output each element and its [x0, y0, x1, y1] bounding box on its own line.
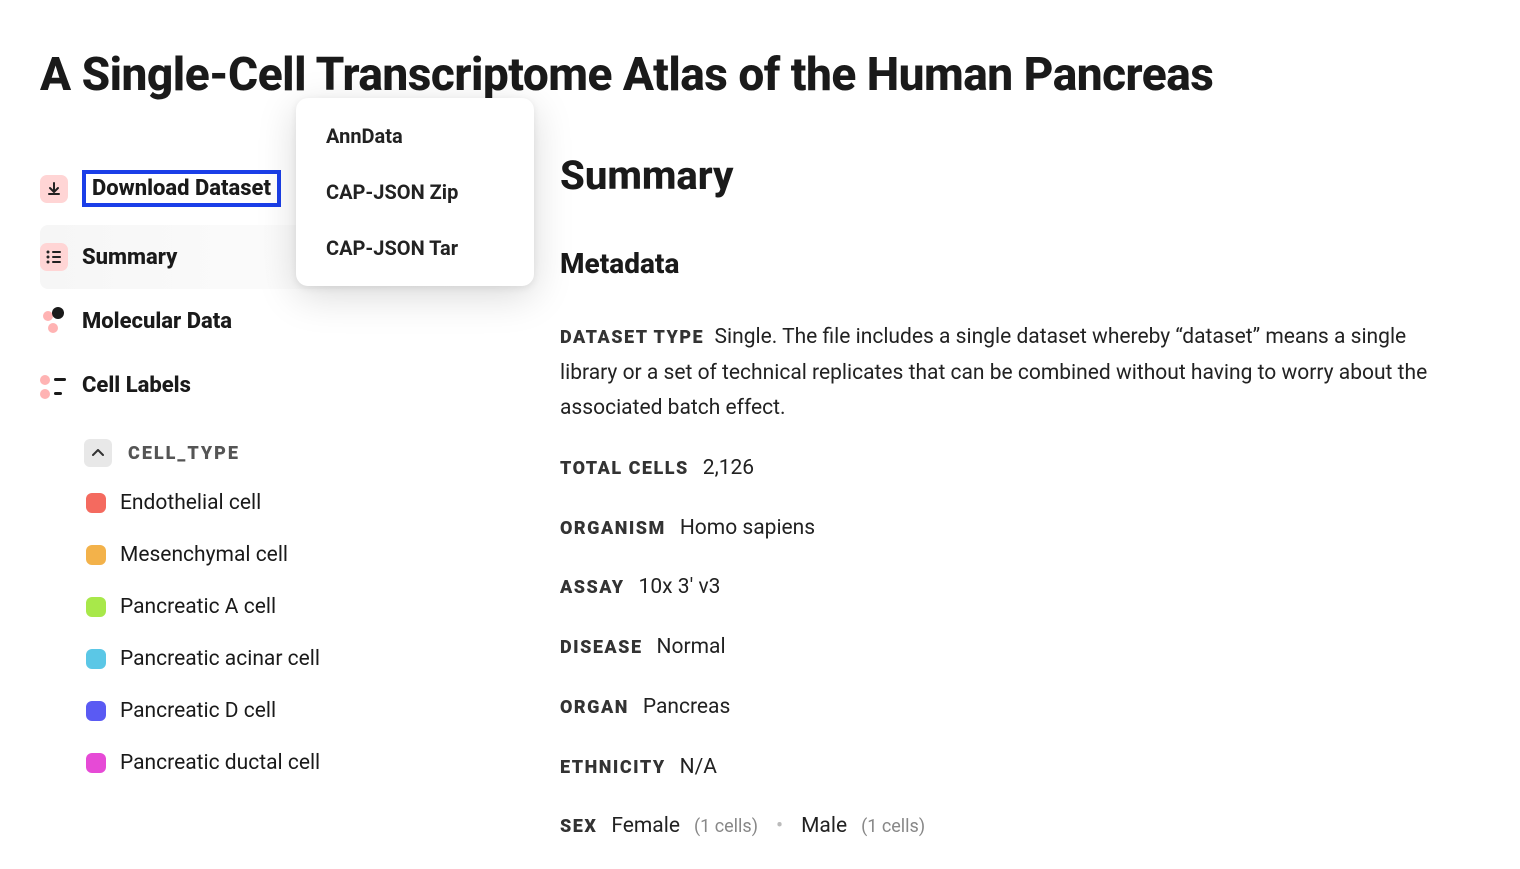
meta-val-female: Female: [611, 809, 680, 845]
meta-row-organism: ORGANISM Homo sapiens: [560, 511, 1460, 547]
meta-val: Homo sapiens: [680, 511, 815, 547]
cell-labels-icon: [40, 371, 68, 399]
color-swatch-icon: [86, 493, 106, 513]
cell-type-group-header[interactable]: CELL_TYPE: [84, 429, 480, 477]
sidebar-item-label: Download Dataset: [82, 170, 281, 207]
cell-label-item[interactable]: Endothelial cell: [84, 477, 480, 529]
cell-labels-group: CELL_TYPE Endothelial cell Mesenchymal ce…: [40, 429, 480, 789]
meta-val: Normal: [657, 630, 726, 666]
meta-val: Pancreas: [643, 690, 730, 726]
color-swatch-icon: [86, 753, 106, 773]
summary-heading: Summary: [560, 152, 1460, 199]
download-dropdown: AnnData CAP-JSON Zip CAP-JSON Tar: [296, 98, 534, 286]
color-swatch-icon: [86, 545, 106, 565]
sidebar-item-celllabels[interactable]: Cell Labels: [40, 353, 480, 417]
dropdown-item-capjson-tar[interactable]: CAP-JSON Tar: [296, 220, 534, 276]
cell-label-item[interactable]: Pancreatic A cell: [84, 581, 480, 633]
meta-row-organ: ORGAN Pancreas: [560, 690, 1460, 726]
meta-row-assay: ASSAY 10x 3' v3: [560, 570, 1460, 606]
dropdown-item-anndata[interactable]: AnnData: [296, 108, 534, 164]
sidebar-item-label: Summary: [82, 245, 177, 270]
meta-val: N/A: [680, 750, 717, 786]
chevron-up-icon: [84, 439, 112, 467]
cell-label-text: Mesenchymal cell: [120, 543, 288, 567]
meta-key: ORGAN: [560, 693, 629, 724]
page-title: A Single-Cell Transcriptome Atlas of the…: [0, 0, 1520, 122]
meta-key: ETHNICITY: [560, 753, 666, 784]
metadata-heading: Metadata: [560, 247, 1460, 280]
group-name-label: CELL_TYPE: [128, 443, 240, 464]
meta-key: SEX: [560, 812, 597, 843]
download-icon: [40, 175, 68, 203]
meta-row-dataset-type: DATASET TYPE Single. The file includes a…: [560, 320, 1460, 427]
sidebar-item-molecular[interactable]: Molecular Data: [40, 289, 480, 353]
cell-label-item[interactable]: Mesenchymal cell: [84, 529, 480, 581]
cell-label-text: Pancreatic ductal cell: [120, 751, 320, 775]
meta-key: DATASET TYPE: [560, 327, 704, 348]
molecular-dots-icon: [40, 307, 68, 335]
meta-row-sex: SEX Female (1 cells) • Male (1 cells): [560, 809, 1460, 845]
sidebar-item-label: Cell Labels: [82, 373, 191, 398]
cell-label-item[interactable]: Pancreatic acinar cell: [84, 633, 480, 685]
meta-row-disease: DISEASE Normal: [560, 630, 1460, 666]
cell-label-text: Endothelial cell: [120, 491, 261, 515]
meta-val-male: Male: [801, 809, 847, 845]
cell-label-text: Pancreatic D cell: [120, 699, 276, 723]
cell-label-text: Pancreatic acinar cell: [120, 647, 320, 671]
color-swatch-icon: [86, 701, 106, 721]
cell-label-text: Pancreatic A cell: [120, 595, 276, 619]
meta-val: 10x 3' v3: [639, 570, 721, 606]
cell-label-item[interactable]: Pancreatic D cell: [84, 685, 480, 737]
dropdown-item-capjson-zip[interactable]: CAP-JSON Zip: [296, 164, 534, 220]
meta-key: ASSAY: [560, 573, 625, 604]
meta-count-female: (1 cells): [694, 812, 758, 843]
main-panel: Summary Metadata DATASET TYPE Single. Th…: [560, 122, 1520, 869]
separator-dot: •: [776, 809, 783, 845]
color-swatch-icon: [86, 597, 106, 617]
cell-label-item[interactable]: Pancreatic ductal cell: [84, 737, 480, 789]
meta-count-male: (1 cells): [861, 812, 925, 843]
meta-key: DISEASE: [560, 633, 643, 664]
meta-row-total-cells: TOTAL CELLS 2,126: [560, 451, 1460, 487]
color-swatch-icon: [86, 649, 106, 669]
meta-row-ethnicity: ETHNICITY N/A: [560, 750, 1460, 786]
meta-key: TOTAL CELLS: [560, 454, 689, 485]
sidebar-item-label: Molecular Data: [82, 309, 232, 334]
meta-val: 2,126: [703, 451, 754, 487]
summary-list-icon: [40, 243, 68, 271]
meta-key: ORGANISM: [560, 514, 666, 545]
